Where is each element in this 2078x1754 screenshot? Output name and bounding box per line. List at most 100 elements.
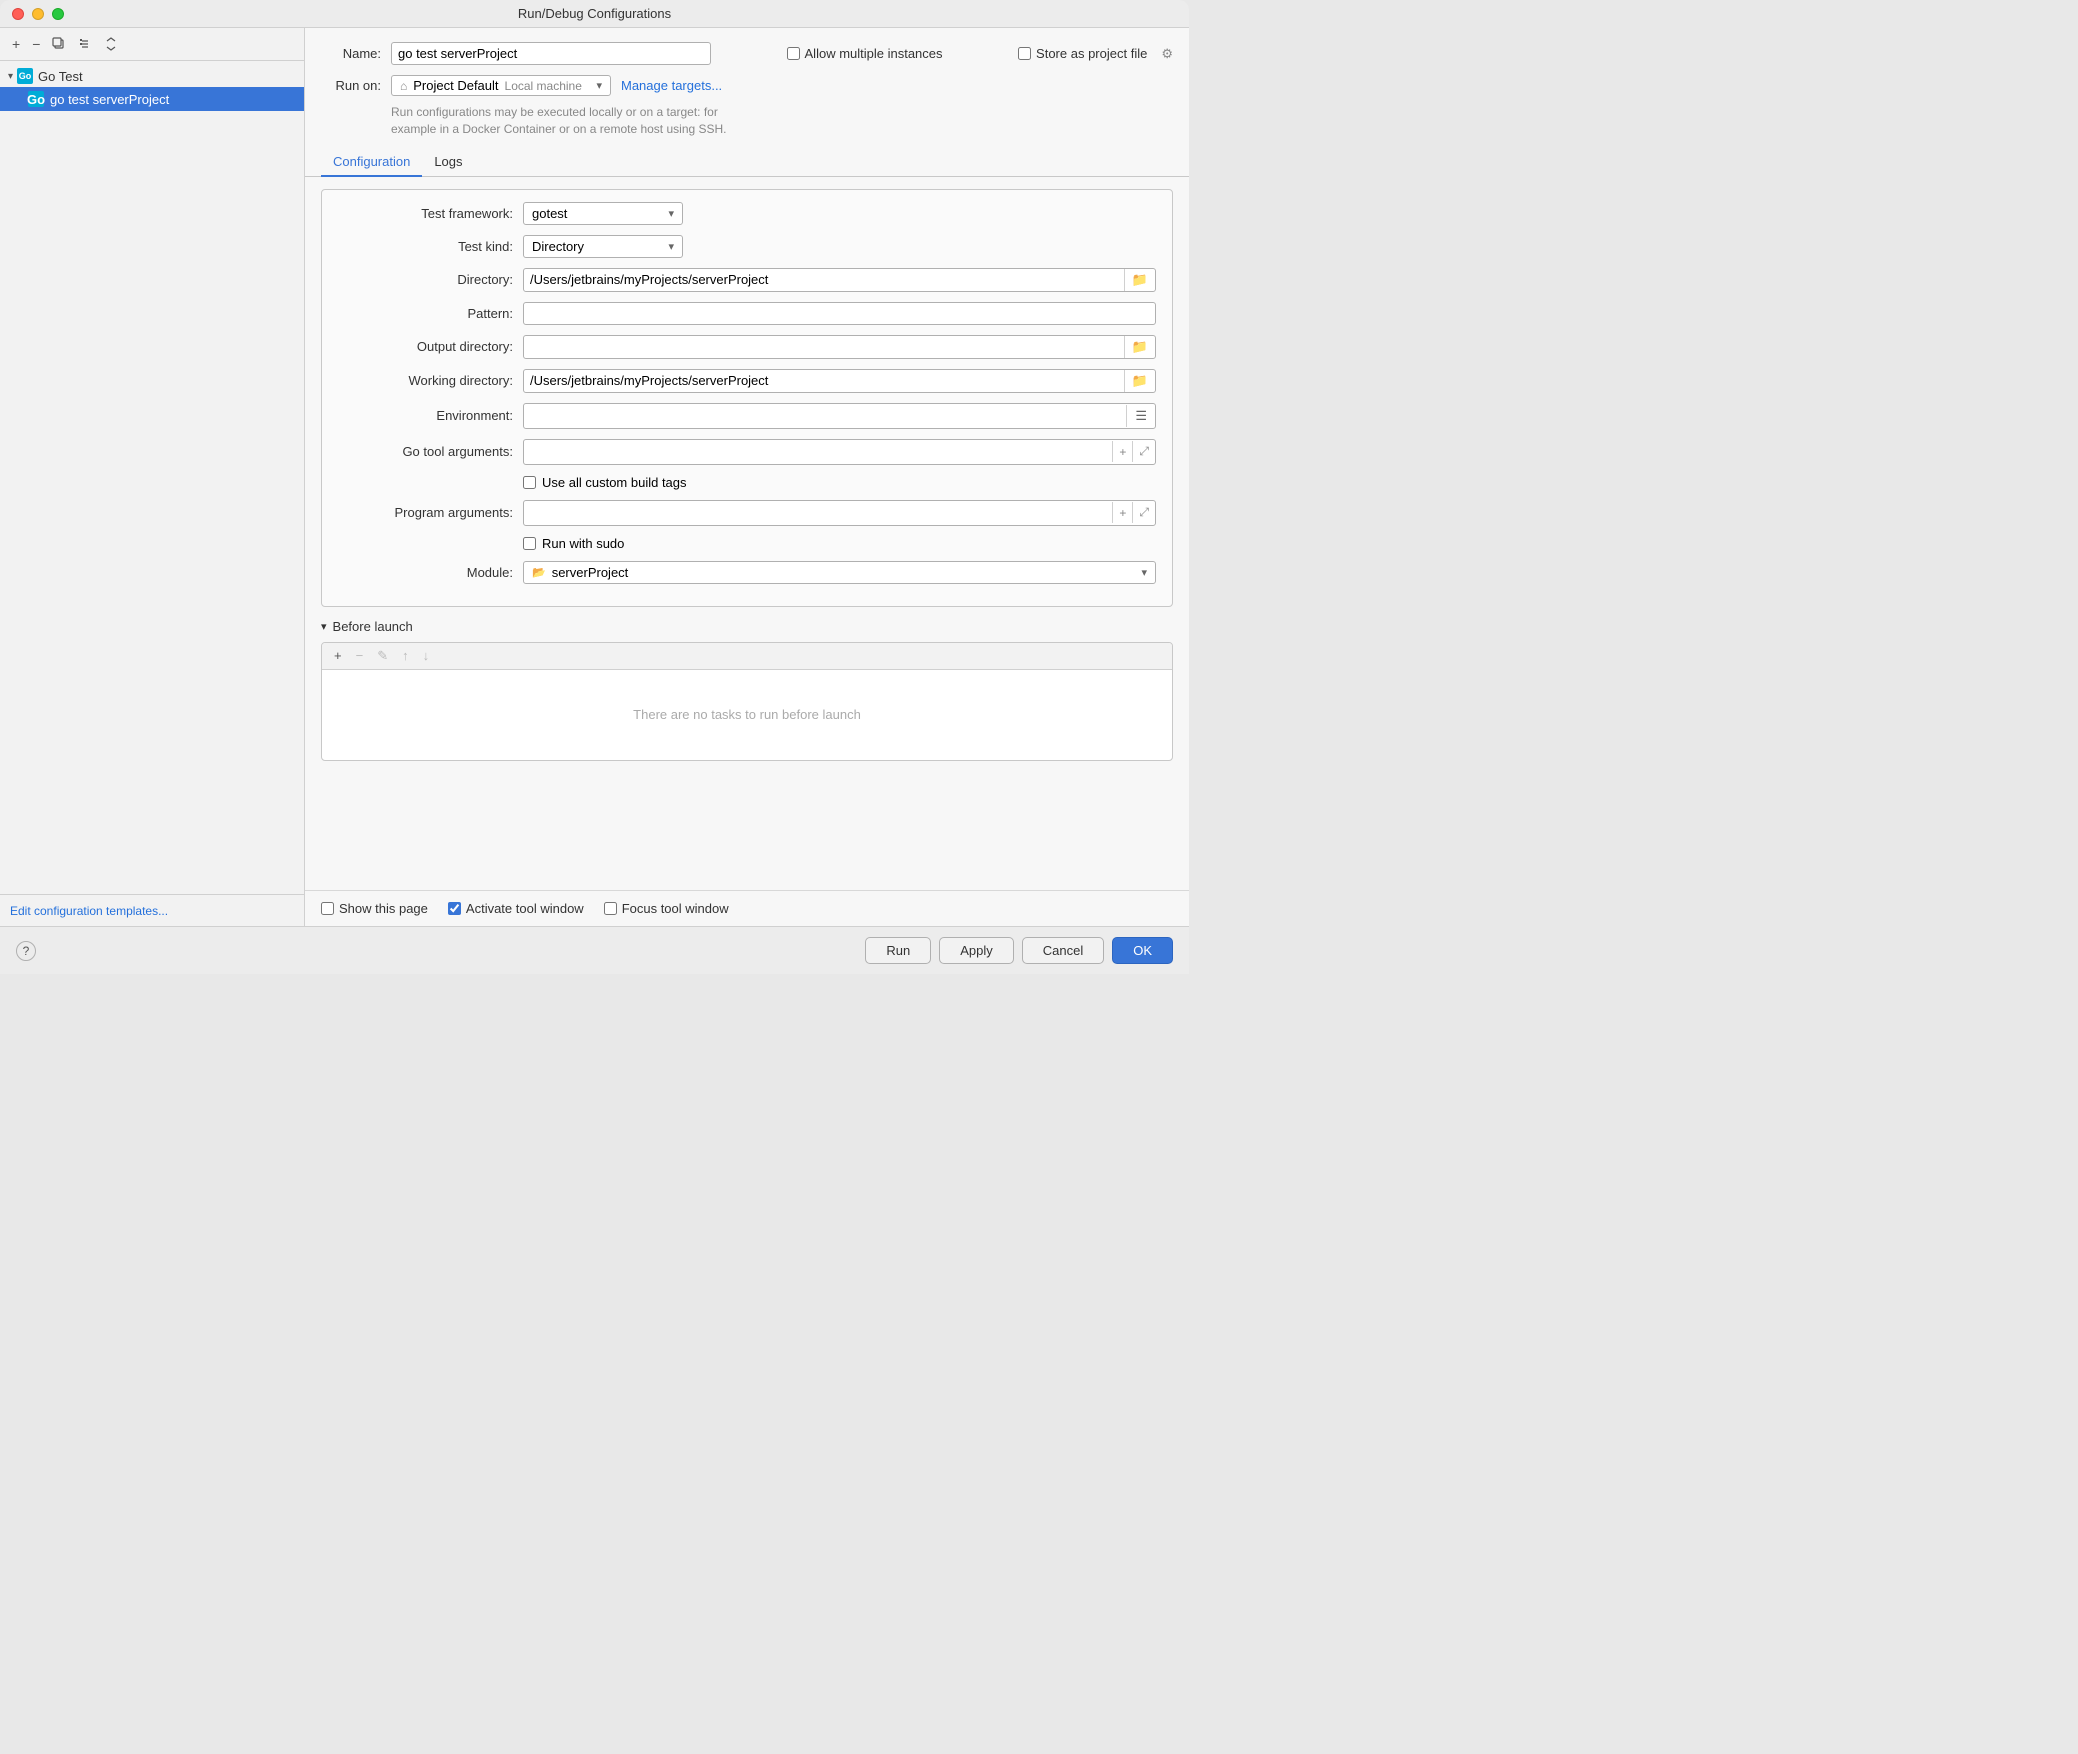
module-label: Module:	[338, 565, 513, 580]
pattern-row: Pattern:	[338, 302, 1156, 325]
working-dir-input[interactable]	[524, 370, 1124, 391]
ok-button[interactable]: OK	[1112, 937, 1173, 964]
edit-templates-link[interactable]: Edit configuration templates...	[10, 904, 168, 918]
test-kind-control: Directory ▾	[523, 235, 1156, 258]
tree-item-label: go test serverProject	[50, 92, 169, 107]
minimize-button[interactable]	[32, 8, 44, 20]
module-select[interactable]: 📂 serverProject ▾	[523, 561, 1156, 584]
run-with-sudo-label: Run with sudo	[542, 536, 624, 551]
go-test-group-icon: Go	[17, 68, 33, 84]
go-tool-args-expand-button[interactable]: ⤢	[1133, 441, 1155, 462]
working-dir-row: Working directory: 📁	[338, 369, 1156, 393]
test-kind-row: Test kind: Directory ▾	[338, 235, 1156, 258]
before-launch-header[interactable]: ▾ Before launch	[321, 619, 1173, 634]
output-dir-label: Output directory:	[338, 339, 513, 354]
environment-input[interactable]	[524, 405, 1126, 426]
tree-group-go-test[interactable]: ▾ Go Go Test	[0, 65, 304, 87]
activate-tool-window-checkbox[interactable]	[448, 902, 461, 915]
go-tool-args-input[interactable]	[524, 441, 1112, 462]
before-launch-chevron: ▾	[321, 620, 327, 633]
tab-logs[interactable]: Logs	[422, 148, 474, 177]
maximize-button[interactable]	[52, 8, 64, 20]
runon-value: Project Default	[413, 78, 498, 93]
bl-edit-button[interactable]: ✎	[373, 647, 392, 665]
working-dir-label: Working directory:	[338, 373, 513, 388]
program-args-add-button[interactable]: +	[1113, 502, 1133, 523]
sort-config-button[interactable]	[100, 35, 122, 53]
tree-group-label: Go Test	[38, 69, 83, 84]
bl-add-button[interactable]: +	[330, 647, 346, 664]
name-input[interactable]	[391, 42, 711, 65]
environment-control: ☰	[523, 403, 1156, 429]
directory-row: Directory: 📁	[338, 268, 1156, 292]
test-framework-control: gotest ▾	[523, 202, 1156, 225]
content-area: Name: Allow multiple instances Store as …	[305, 28, 1189, 926]
dialog-title: Run/Debug Configurations	[518, 6, 671, 21]
sidebar-footer: Edit configuration templates...	[0, 894, 304, 926]
before-launch-empty-text: There are no tasks to run before launch	[322, 670, 1172, 760]
output-dir-row: Output directory: 📁	[338, 335, 1156, 359]
pattern-input[interactable]	[523, 302, 1156, 325]
bl-up-button[interactable]: ↑	[398, 647, 413, 664]
config-tree: ▾ Go Go Test Go go test serverProject	[0, 61, 304, 894]
close-button[interactable]	[12, 8, 24, 20]
program-args-input[interactable]	[524, 502, 1112, 523]
test-framework-select[interactable]: gotest ▾	[523, 202, 683, 225]
run-button[interactable]: Run	[865, 937, 931, 964]
output-dir-control: 📁	[523, 335, 1156, 359]
help-button[interactable]: ?	[16, 941, 36, 961]
focus-tool-window-checkbox[interactable]	[604, 902, 617, 915]
gear-icon[interactable]: ⚙	[1161, 46, 1173, 62]
store-project-checkbox[interactable]	[1018, 47, 1031, 60]
runon-dropdown-arrow: ▾	[596, 79, 602, 92]
config-header: Name: Allow multiple instances Store as …	[305, 28, 1189, 148]
cancel-button[interactable]: Cancel	[1022, 937, 1104, 964]
tab-configuration[interactable]: Configuration	[321, 148, 422, 177]
move-config-button[interactable]	[74, 35, 96, 53]
name-label: Name:	[321, 46, 381, 61]
test-framework-arrow: ▾	[668, 207, 674, 220]
bl-down-button[interactable]: ↓	[419, 647, 434, 664]
run-with-sudo-checkbox[interactable]	[523, 537, 536, 550]
title-bar: Run/Debug Configurations	[0, 0, 1189, 28]
allow-multiple-group: Allow multiple instances	[787, 46, 943, 61]
program-args-expand-button[interactable]: ⤢	[1133, 502, 1155, 523]
remove-config-button[interactable]: −	[28, 34, 44, 54]
allow-multiple-checkbox[interactable]	[787, 47, 800, 60]
output-dir-input[interactable]	[524, 336, 1124, 357]
output-dir-browse-button[interactable]: 📁	[1124, 336, 1155, 358]
allow-multiple-label: Allow multiple instances	[805, 46, 943, 61]
go-test-item-icon: Go	[28, 91, 44, 107]
activate-tool-window-label: Activate tool window	[466, 901, 584, 916]
runon-select[interactable]: ⌂ Project Default Local machine ▾	[391, 75, 611, 96]
working-dir-browse-button[interactable]: 📁	[1124, 370, 1155, 392]
use-build-tags-label: Use all custom build tags	[542, 475, 687, 490]
go-tool-args-buttons: + ⤢	[1112, 441, 1155, 462]
output-dir-input-group: 📁	[523, 335, 1156, 359]
directory-input[interactable]	[524, 269, 1124, 290]
module-folder-icon: 📂	[532, 566, 546, 579]
environment-expand-button[interactable]: ☰	[1126, 405, 1155, 427]
test-framework-value: gotest	[532, 206, 567, 221]
environment-row: Environment: ☰	[338, 403, 1156, 429]
test-kind-select[interactable]: Directory ▾	[523, 235, 683, 258]
apply-button[interactable]: Apply	[939, 937, 1014, 964]
go-tool-args-control: + ⤢	[523, 439, 1156, 465]
copy-icon	[52, 37, 66, 51]
runon-label: Run on:	[321, 78, 381, 93]
tree-item-go-test-server[interactable]: Go go test serverProject	[0, 87, 304, 111]
manage-targets-link[interactable]: Manage targets...	[621, 78, 722, 93]
show-this-page-checkbox[interactable]	[321, 902, 334, 915]
copy-config-button[interactable]	[48, 35, 70, 53]
directory-browse-button[interactable]: 📁	[1124, 269, 1155, 291]
chevron-icon: ▾	[8, 71, 13, 82]
bl-remove-button[interactable]: −	[352, 647, 368, 664]
pattern-label: Pattern:	[338, 306, 513, 321]
environment-input-group: ☰	[523, 403, 1156, 429]
go-tool-args-add-button[interactable]: +	[1113, 441, 1133, 462]
add-config-button[interactable]: +	[8, 34, 24, 54]
test-kind-label: Test kind:	[338, 239, 513, 254]
use-build-tags-checkbox[interactable]	[523, 476, 536, 489]
home-icon: ⌂	[400, 79, 407, 93]
store-project-label: Store as project file	[1036, 46, 1147, 61]
